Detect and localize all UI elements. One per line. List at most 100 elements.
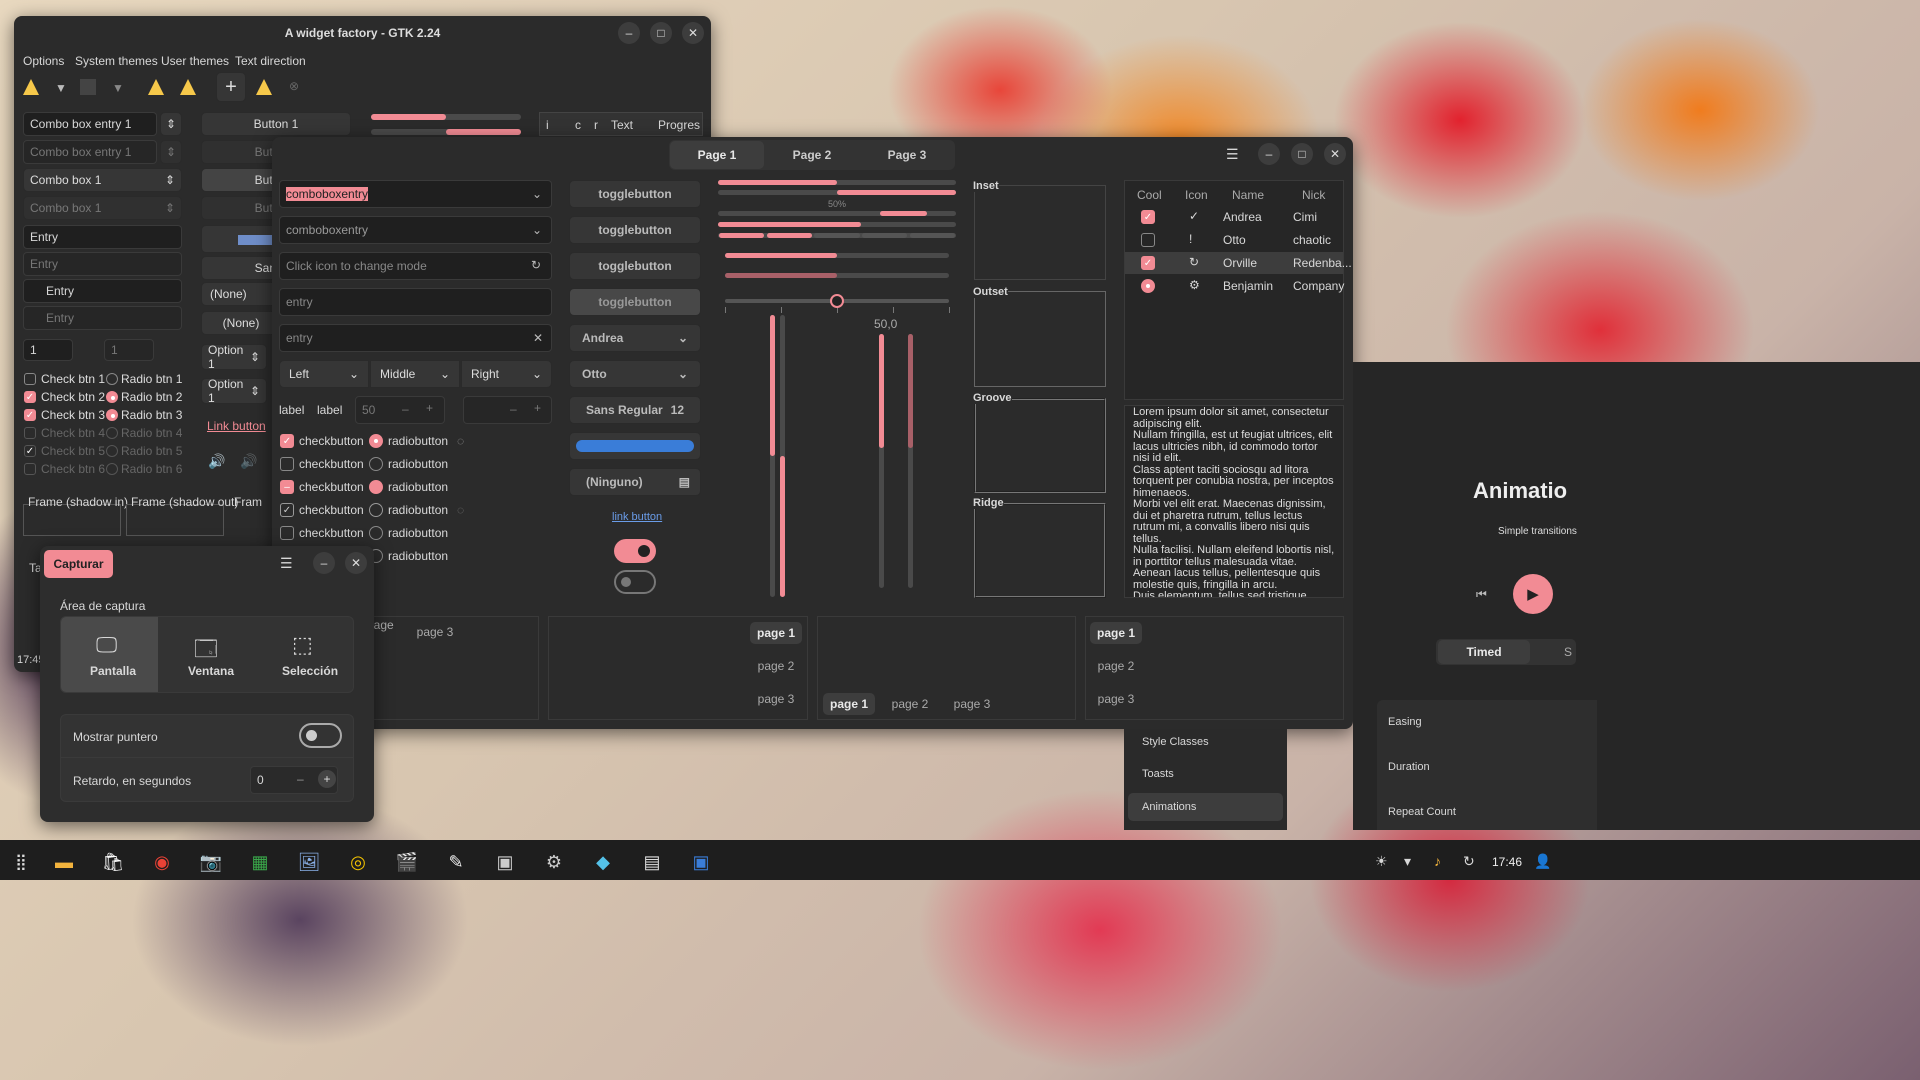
radio[interactable] — [369, 457, 383, 471]
button-cut[interactable]: Butt — [201, 140, 281, 164]
togglebutton[interactable]: togglebutton — [569, 180, 701, 208]
link-button[interactable]: Link button — [207, 419, 266, 433]
minimize-button[interactable]: – — [618, 22, 640, 44]
vertical-scale[interactable] — [780, 315, 785, 597]
button-1[interactable]: Button 1 — [201, 112, 351, 136]
chrome-icon[interactable]: ◉ — [143, 843, 181, 881]
radio[interactable] — [106, 409, 118, 421]
switch-on[interactable] — [614, 539, 656, 563]
radio[interactable] — [106, 373, 118, 385]
list-header-name[interactable]: Name — [1232, 188, 1264, 202]
menu-user-themes[interactable]: User themes — [161, 54, 229, 68]
next-mode-tab[interactable]: S — [1560, 640, 1576, 664]
music-player-icon[interactable]: ◎ — [339, 843, 377, 881]
togglebutton-active[interactable]: togglebutton — [569, 288, 701, 316]
software-store-icon[interactable]: 🛍 — [94, 843, 132, 881]
font-button-cut[interactable]: San — [201, 256, 281, 280]
dev-tool-icon[interactable]: ◆ — [584, 843, 622, 881]
files-icon[interactable]: ▬ — [45, 843, 83, 881]
tree-col-text[interactable]: Text — [611, 118, 633, 132]
list-header-nick[interactable]: Nick — [1302, 188, 1325, 202]
minus-icon[interactable]: – — [402, 402, 409, 416]
sidebar-item-style-classes[interactable]: Style Classes — [1142, 736, 1209, 748]
gtk-demo-icon[interactable]: ▣ — [682, 843, 720, 881]
screenshot-icon[interactable]: 📷 — [192, 843, 230, 881]
dropdown-andrea[interactable]: Andrea ⌄ — [569, 324, 701, 352]
linked-left-button[interactable]: Left ⌄ — [279, 360, 369, 388]
notebook-4-tab[interactable]: page 2 — [1090, 655, 1142, 677]
mode-selection-label[interactable]: Selección — [282, 664, 338, 678]
none-button[interactable]: (None) — [201, 311, 281, 335]
spin-button[interactable]: 1 — [23, 339, 73, 361]
comboboxentry-selected[interactable]: comboboxentry — [279, 180, 552, 208]
play-button[interactable]: ▶ — [1513, 574, 1553, 614]
checkbox[interactable]: – — [280, 480, 294, 494]
prop-repeat-count[interactable]: Repeat Count — [1388, 806, 1456, 818]
dropdown-arrow-icon[interactable]: ▼ — [55, 81, 67, 95]
settings-icon[interactable]: ⚙ — [535, 843, 573, 881]
linked-middle-button[interactable]: Middle ⌄ — [370, 360, 460, 388]
entry-with-icons[interactable]: Entry — [23, 279, 182, 303]
radio[interactable] — [369, 526, 383, 540]
notebook-1-tab[interactable]: page 3 — [412, 623, 458, 641]
button-cut[interactable]: Butt — [201, 168, 281, 192]
tree-col-c[interactable]: c — [575, 118, 581, 132]
cool-checkbox[interactable] — [1141, 233, 1155, 247]
text-editor-icon[interactable]: ✎ — [437, 843, 475, 881]
menu-system-themes[interactable]: System themes — [75, 54, 158, 68]
chevron-down-icon[interactable]: ⌄ — [532, 187, 542, 201]
plus-button[interactable]: + — [318, 770, 336, 788]
notebook-4-tab[interactable]: page 3 — [1090, 688, 1142, 710]
warning-icon[interactable] — [180, 79, 196, 95]
spreadsheet-icon[interactable]: ▦ — [241, 843, 279, 881]
warning-icon[interactable] — [148, 79, 164, 95]
tab-page-1[interactable]: Page 1 — [670, 141, 764, 169]
cool-checkbox[interactable]: ✓ — [1141, 210, 1155, 224]
option-menu-2[interactable]: Option 1 ⇕ — [201, 377, 267, 405]
maximize-button[interactable]: □ — [1291, 143, 1313, 165]
radio[interactable] — [369, 480, 383, 494]
dropdown-otto[interactable]: Otto ⌄ — [569, 360, 701, 388]
prop-duration[interactable]: Duration — [1388, 761, 1430, 773]
togglebutton[interactable]: togglebutton — [569, 252, 701, 280]
refresh-icon[interactable]: ↻ — [531, 258, 541, 272]
color-button[interactable] — [569, 432, 701, 460]
skip-back-icon[interactable]: ⏮ — [1476, 587, 1487, 602]
add-tool-button[interactable]: + — [216, 72, 246, 102]
clock[interactable]: 17:46 — [1492, 855, 1522, 869]
minimize-button[interactable]: – — [1258, 143, 1280, 165]
vertical-scale[interactable] — [908, 334, 913, 588]
combo-box-entry[interactable]: Combo box entry 1 — [23, 112, 157, 136]
plus-icon[interactable]: + — [426, 401, 433, 415]
tree-col-r[interactable]: r — [594, 118, 598, 132]
notebook-2-tab[interactable]: page 1 — [750, 622, 802, 644]
link-button[interactable]: link button — [612, 511, 662, 523]
comboboxentry[interactable]: comboboxentry — [279, 216, 552, 244]
checkbox[interactable]: ✓ — [24, 409, 36, 421]
vertical-scale[interactable] — [879, 334, 884, 588]
user-icon[interactable]: 👤 — [1534, 853, 1551, 870]
menu-options[interactable]: Options — [23, 54, 64, 68]
menu-icon[interactable]: ☰ — [1226, 146, 1239, 163]
timed-tab[interactable]: Timed — [1438, 640, 1530, 664]
mode-entry[interactable]: Click icon to change mode — [279, 252, 552, 280]
color-button[interactable] — [201, 225, 281, 253]
switch-off[interactable] — [614, 570, 656, 594]
entry[interactable]: Entry — [23, 225, 182, 249]
mode-window-label[interactable]: Ventana — [188, 664, 234, 678]
volume-icon[interactable]: 🔊 — [208, 453, 225, 470]
scale-slider-knob[interactable] — [830, 294, 844, 308]
notebook-4-tab[interactable]: page 1 — [1090, 622, 1142, 644]
image-viewer-icon[interactable]: 🖼 — [290, 843, 328, 881]
list-header-cool[interactable]: Cool — [1137, 188, 1162, 202]
brightness-icon[interactable]: ☀ — [1375, 853, 1388, 870]
app-grid-icon[interactable]: ⣿ — [2, 843, 40, 881]
sidebar-item-toasts[interactable]: Toasts — [1142, 768, 1174, 780]
notebook-2-tab[interactable]: page 3 — [750, 688, 802, 710]
cool-checkbox[interactable]: ✓ — [1141, 256, 1155, 270]
option-menu-1[interactable]: Option 1 ⇕ — [201, 343, 267, 371]
capture-button[interactable]: Capturar — [44, 550, 113, 578]
notebook-3-tab[interactable]: page 1 — [823, 693, 875, 715]
close-button[interactable]: ✕ — [1324, 143, 1346, 165]
list-header-icon[interactable]: Icon — [1185, 188, 1208, 202]
